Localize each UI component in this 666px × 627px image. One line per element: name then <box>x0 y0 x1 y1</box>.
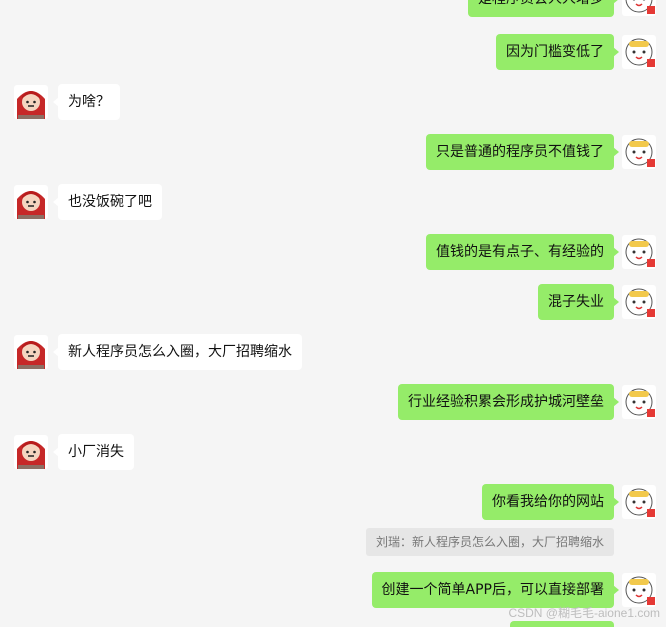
message-bubble-them[interactable]: 也没饭碗了吧 <box>53 184 162 220</box>
user-avatar-icon[interactable] <box>622 385 656 419</box>
message-bubble-them[interactable]: 新人程序员怎么入圈，大厂招聘缩水 <box>53 334 302 370</box>
message-bubble-me[interactable]: 值钱的是有点子、有经验的 <box>426 234 619 270</box>
message-row: 为啥？ <box>0 84 666 124</box>
contact-avatar-icon[interactable] <box>14 85 48 119</box>
message-row: 也没饭碗了吧 <box>0 184 666 224</box>
message-bubble-me-partial[interactable] <box>510 621 614 627</box>
contact-avatar-icon[interactable] <box>14 185 48 219</box>
user-avatar-icon[interactable] <box>622 235 656 269</box>
chat-window[interactable]: 是程序员会人人增多 因为门槛变低了 为啥？ 只是普通的程序员不值钱了 也没饭碗了… <box>0 0 666 627</box>
message-bubble-me[interactable]: 混子失业 <box>538 284 619 320</box>
message-bubble-me[interactable]: 是程序员会人人增多 <box>468 0 619 17</box>
message-row: 你看我给你的网站 <box>0 484 666 524</box>
user-avatar-icon[interactable] <box>622 35 656 69</box>
message-bubble-them[interactable]: 为啥？ <box>53 84 120 120</box>
message-row: 新人程序员怎么入圈，大厂招聘缩水 <box>0 334 666 374</box>
message-row: 小厂消失 <box>0 434 666 474</box>
user-avatar-icon[interactable] <box>622 135 656 169</box>
user-avatar-icon[interactable] <box>622 285 656 319</box>
csdn-watermark: CSDN @糊毛毛-aione1.com <box>508 606 660 620</box>
user-avatar-icon[interactable] <box>622 573 656 607</box>
message-row: 行业经验积累会形成护城河壁垒 <box>0 384 666 424</box>
message-bubble-me[interactable]: 因为门槛变低了 <box>496 34 619 70</box>
message-bubble-me[interactable]: 你看我给你的网站 <box>482 484 619 520</box>
message-bubble-them[interactable]: 小厂消失 <box>53 434 134 470</box>
message-row: 因为门槛变低了 <box>0 34 666 74</box>
user-avatar-icon[interactable] <box>622 485 656 519</box>
quoted-message[interactable]: 刘瑞：新人程序员怎么入圈，大厂招聘缩水 <box>365 528 614 556</box>
contact-avatar-icon[interactable] <box>14 435 48 469</box>
message-row: 混子失业 <box>0 284 666 324</box>
message-bubble-me[interactable]: 只是普通的程序员不值钱了 <box>426 134 619 170</box>
user-avatar-icon[interactable] <box>622 0 656 16</box>
message-row-partial <box>0 621 666 627</box>
message-row: 值钱的是有点子、有经验的 <box>0 234 666 274</box>
message-row: 只是普通的程序员不值钱了 <box>0 134 666 174</box>
contact-avatar-icon[interactable] <box>14 335 48 369</box>
message-bubble-me[interactable]: 行业经验积累会形成护城河壁垒 <box>398 384 619 420</box>
message-bubble-me[interactable]: 创建一个简单APP后，可以直接部署 <box>371 572 620 608</box>
message-row: 是程序员会人人增多 <box>0 0 666 21</box>
